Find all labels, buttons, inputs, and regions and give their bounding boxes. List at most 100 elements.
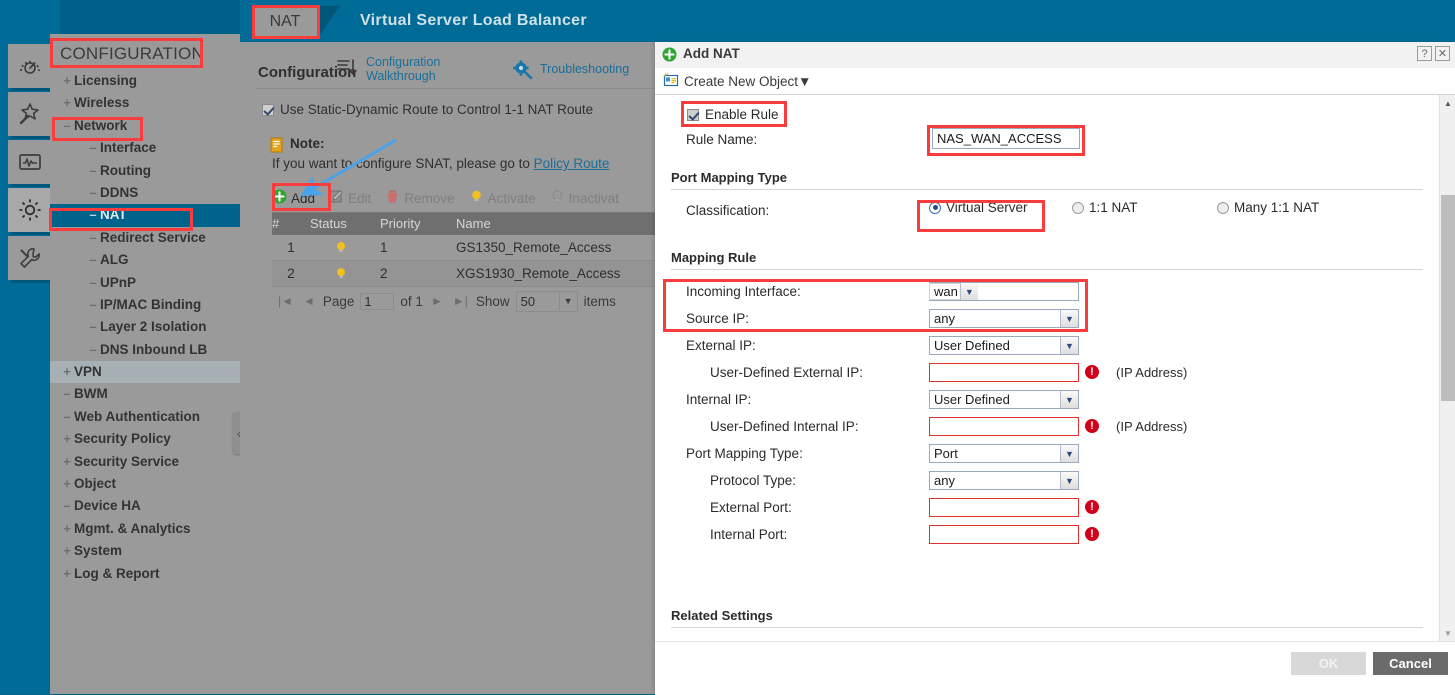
expander-icon[interactable]: + <box>60 518 74 540</box>
expander-icon[interactable]: + <box>60 428 74 450</box>
enable-rule-row[interactable]: Enable Rule <box>687 107 779 122</box>
input-user-defined-external-ip[interactable] <box>929 363 1079 382</box>
expander-icon[interactable]: – <box>86 316 100 338</box>
column-header[interactable]: # <box>272 213 310 235</box>
table-row[interactable]: 22XGS1930_Remote_Access <box>272 261 662 287</box>
sidebar-item-security-service[interactable]: +Security Service <box>50 451 240 473</box>
policy-route-link[interactable]: Policy Route <box>534 156 610 171</box>
table-row[interactable]: 11GS1350_Remote_Access <box>272 235 662 261</box>
sidebar-item-nat[interactable]: –NAT <box>50 204 240 226</box>
wizard-icon[interactable] <box>8 92 52 136</box>
expander-icon[interactable]: – <box>86 204 100 226</box>
create-new-object-button[interactable]: Create New Object▼ <box>663 72 811 91</box>
maintenance-icon[interactable] <box>8 236 52 280</box>
expander-icon[interactable]: – <box>86 249 100 271</box>
pager-first[interactable]: |◄ <box>276 294 295 308</box>
combo-incoming-interface[interactable]: wan▼ <box>929 282 1079 301</box>
input-user-defined-internal-ip[interactable] <box>929 417 1079 436</box>
toolbar-add-button[interactable]: Add <box>272 189 315 207</box>
input-external-port[interactable] <box>929 498 1079 517</box>
expander-icon[interactable]: – <box>86 227 100 249</box>
static-dynamic-route-row[interactable]: Use Static-Dynamic Route to Control 1-1 … <box>262 102 593 117</box>
sidebar-item-web-authentication[interactable]: –Web Authentication <box>50 406 240 428</box>
pager-show-select[interactable]: 50 ▼ <box>516 291 578 312</box>
expander-icon[interactable]: – <box>60 383 74 405</box>
ok-button[interactable]: OK <box>1291 652 1366 675</box>
sidebar-item-network[interactable]: –Network <box>50 115 240 137</box>
combo-external-ip[interactable]: User Defined▼ <box>929 336 1079 355</box>
toolbar-inactivat-button[interactable]: Inactivat <box>550 189 619 207</box>
toolbar-activate-button[interactable]: Activate <box>469 189 536 207</box>
expander-icon[interactable]: + <box>60 70 74 92</box>
scroll-up-icon[interactable]: ▲ <box>1440 95 1455 111</box>
sidebar-item-device-ha[interactable]: –Device HA <box>50 495 240 517</box>
sidebar-item-licensing[interactable]: +Licensing <box>50 70 240 92</box>
toolbar-edit-button[interactable]: Edit <box>329 189 371 207</box>
pager-page-input[interactable] <box>360 293 394 310</box>
help-icon[interactable]: ? <box>1417 46 1432 61</box>
sidebar-item-object[interactable]: +Object <box>50 473 240 495</box>
sidebar-item-interface[interactable]: –Interface <box>50 137 240 159</box>
expander-icon[interactable]: + <box>60 451 74 473</box>
pager-prev[interactable]: ◄ <box>301 294 317 308</box>
sidebar-item-log-report[interactable]: +Log & Report <box>50 563 240 585</box>
sidebar-item-ip-mac-binding[interactable]: –IP/MAC Binding <box>50 294 240 316</box>
dashboard-icon[interactable] <box>8 44 52 88</box>
radio-dot[interactable] <box>929 202 941 214</box>
expander-icon[interactable]: – <box>86 160 100 182</box>
close-icon[interactable]: ✕ <box>1435 46 1450 61</box>
rule-name-input[interactable] <box>932 128 1080 149</box>
sidebar-item-redirect-service[interactable]: –Redirect Service <box>50 227 240 249</box>
expander-icon[interactable]: – <box>60 115 74 137</box>
expander-icon[interactable]: – <box>86 272 100 294</box>
combo-internal-ip[interactable]: User Defined▼ <box>929 390 1079 409</box>
sidebar-item-layer-2-isolation[interactable]: –Layer 2 Isolation <box>50 316 240 338</box>
combo-port-mapping-type[interactable]: Port▼ <box>929 444 1079 463</box>
sidebar-item-dns-inbound-lb[interactable]: –DNS Inbound LB <box>50 339 240 361</box>
dialog-scrollbar[interactable]: ▲ ▼ <box>1439 95 1455 641</box>
expander-icon[interactable]: + <box>60 540 74 562</box>
expander-icon[interactable]: – <box>60 495 74 517</box>
expander-icon[interactable]: – <box>86 294 100 316</box>
monitor-icon[interactable] <box>8 140 52 184</box>
sidebar-item-upnp[interactable]: –UPnP <box>50 272 240 294</box>
expander-icon[interactable]: – <box>86 137 100 159</box>
column-header[interactable]: Status <box>310 213 372 235</box>
expander-icon[interactable]: + <box>60 563 74 585</box>
sidebar-item-wireless[interactable]: +Wireless <box>50 92 240 114</box>
tab-nat[interactable]: NAT <box>252 6 318 38</box>
configuration-icon[interactable] <box>8 188 52 232</box>
expander-icon[interactable]: + <box>60 361 74 383</box>
sidebar-item-mgmt-analytics[interactable]: +Mgmt. & Analytics <box>50 518 240 540</box>
cancel-button[interactable]: Cancel <box>1373 652 1448 675</box>
sidebar-item-ddns[interactable]: –DDNS <box>50 182 240 204</box>
sidebar-item-routing[interactable]: –Routing <box>50 160 240 182</box>
sidebar-item-vpn[interactable]: +VPN <box>50 361 240 383</box>
combo-source-ip[interactable]: any▼ <box>929 309 1079 328</box>
pager-last[interactable]: ►| <box>451 294 470 308</box>
sidebar-item-system[interactable]: +System <box>50 540 240 562</box>
column-header[interactable]: Name <box>448 213 662 235</box>
radio-dot[interactable] <box>1072 202 1084 214</box>
expander-icon[interactable]: – <box>60 406 74 428</box>
input-internal-port[interactable] <box>929 525 1079 544</box>
expander-icon[interactable]: – <box>86 339 100 361</box>
sidebar-item-bwm[interactable]: –BWM <box>50 383 240 405</box>
pager-next[interactable]: ► <box>429 294 445 308</box>
radio-many-1-1-nat[interactable]: Many 1:1 NAT <box>1217 200 1319 215</box>
radio-dot[interactable] <box>1217 202 1229 214</box>
expander-icon[interactable]: + <box>60 92 74 114</box>
scrollbar-thumb[interactable] <box>1441 195 1455 401</box>
expander-icon[interactable]: – <box>86 182 100 204</box>
scroll-down-icon[interactable]: ▼ <box>1440 625 1455 641</box>
sidebar-item-alg[interactable]: –ALG <box>50 249 240 271</box>
expander-icon[interactable]: + <box>60 473 74 495</box>
radio-1-1-nat[interactable]: 1:1 NAT <box>1072 200 1138 215</box>
column-header[interactable]: Priority <box>372 213 448 235</box>
combo-protocol-type[interactable]: any▼ <box>929 471 1079 490</box>
sidebar-item-security-policy[interactable]: +Security Policy <box>50 428 240 450</box>
enable-rule-checkbox[interactable] <box>687 109 699 121</box>
static-dynamic-route-checkbox[interactable] <box>262 104 274 116</box>
radio-virtual-server[interactable]: Virtual Server <box>929 200 1028 215</box>
toolbar-remove-button[interactable]: Remove <box>385 189 454 207</box>
